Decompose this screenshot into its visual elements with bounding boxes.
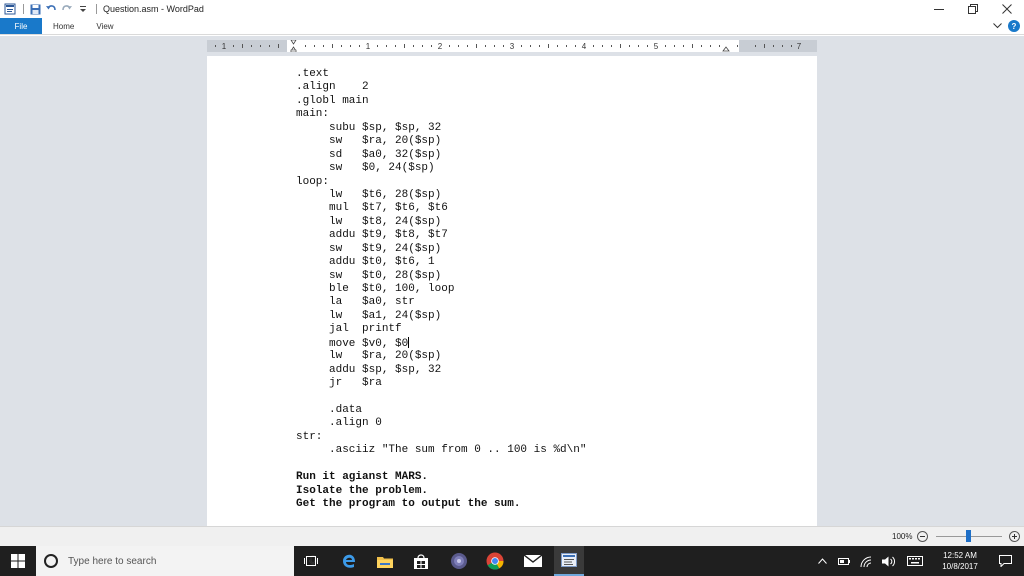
document-line (296, 458, 586, 471)
close-button[interactable] (990, 0, 1024, 18)
ruler-ticks: 1 1 2 3 4 5 7 (215, 40, 802, 52)
quick-access-toolbar (0, 0, 101, 18)
file-explorer-icon[interactable] (370, 546, 400, 576)
ruler-area: 1 1 2 3 4 5 7 (0, 36, 1024, 56)
expand-ribbon-chevron-icon[interactable] (993, 22, 1002, 31)
document-line: .asciiz "The sum from 0 .. 100 is %d\n" (296, 444, 587, 457)
window-controls (922, 0, 1024, 18)
document-line: ble $t0, 100, loop (296, 283, 455, 295)
ruler-number: 3 (510, 42, 515, 51)
edge-browser-icon[interactable] (334, 546, 364, 576)
cortana-icon (44, 554, 58, 568)
zoom-slider-thumb[interactable] (966, 530, 971, 542)
media-app-icon[interactable] (444, 546, 474, 576)
document-line: addu $sp, $sp, 32 (296, 363, 442, 376)
action-center-icon[interactable] (990, 546, 1020, 576)
redo-icon[interactable] (60, 2, 74, 16)
show-hidden-icons-chevron-icon[interactable] (812, 546, 832, 576)
document-line: Get the program to output the sum. (296, 498, 521, 510)
document-line: sw $ra, 20($sp) (296, 135, 442, 148)
document-line: .align 2 (296, 81, 369, 94)
document-line: jr $ra (296, 377, 382, 390)
ruler-number: 1 (222, 42, 227, 51)
ruler-number: 2 (438, 42, 443, 51)
undo-icon[interactable] (44, 2, 58, 16)
document-line: lw $t6, 28($sp) (296, 188, 442, 201)
keyboard-icon[interactable] (902, 546, 928, 576)
document-line: str: (296, 430, 323, 443)
status-bar: 100% (0, 526, 1024, 546)
store-icon[interactable] (406, 546, 436, 576)
document-line: sd $a0, 32($sp) (296, 148, 442, 161)
document-text[interactable]: .text .align 2 .globl main main: subu $sp, … (296, 68, 586, 511)
mail-icon[interactable] (518, 546, 548, 576)
document-line: Run it agianst MARS. (296, 471, 429, 484)
taskbar-search-box[interactable]: Type here to search (36, 546, 317, 576)
title-bar: Question.asm - WordPad (0, 0, 1024, 18)
document-line: mul $t7, $t6, $t6 (296, 202, 448, 215)
document-line: .text (296, 68, 330, 80)
document-line: Isolate the problem. (296, 484, 429, 497)
document-line: lw $a1, 24($sp) (296, 309, 442, 322)
task-view-icon[interactable] (296, 546, 326, 576)
document-line: sw $t9, 24($sp) (296, 242, 442, 255)
document-line: lw $ra, 20($sp) (296, 350, 442, 363)
document-line: sw $0, 24($sp) (296, 162, 435, 175)
tab-view[interactable]: View (85, 18, 124, 34)
toolbar-separator (96, 4, 97, 14)
clock-time: 12:52 AM (943, 551, 977, 560)
document-line: .data (296, 403, 363, 416)
document-line: subu $sp, $sp, 32 (296, 121, 442, 134)
zoom-level: 100% (892, 532, 913, 541)
save-icon[interactable] (28, 2, 42, 16)
wordpad-window: Question.asm - WordPad File Home View ? (0, 0, 1024, 576)
wordpad-app-icon[interactable] (3, 2, 17, 16)
window-title: Question.asm - WordPad (103, 4, 204, 14)
document-line: loop: (296, 175, 330, 188)
document-line: la $a0, str (296, 296, 415, 309)
wordpad-taskbar-icon[interactable] (554, 546, 584, 576)
restore-button[interactable] (956, 0, 990, 18)
ribbon-tabs: File Home View ? (0, 18, 1024, 35)
battery-icon[interactable] (834, 546, 854, 576)
document-line: addu $t0, $t6, 1 (296, 256, 435, 269)
document-line: .align 0 (296, 417, 382, 430)
minimize-button[interactable] (922, 0, 956, 18)
ribbon-right-controls: ? (993, 20, 1020, 32)
ruler-number: 7 (797, 42, 802, 51)
windows-logo-icon (11, 554, 25, 568)
document-line: .globl main (296, 94, 369, 107)
document-page[interactable]: .text .align 2 .globl main main: subu $sp, … (207, 56, 817, 526)
ruler-number: 4 (582, 42, 587, 51)
ruler-number: 1 (366, 42, 371, 51)
document-line: main: (296, 108, 330, 121)
toolbar-separator (23, 4, 24, 14)
search-placeholder: Type here to search (68, 555, 157, 567)
wifi-icon[interactable] (856, 546, 876, 576)
tab-file[interactable]: File (0, 18, 42, 34)
customize-toolbar-chevron-icon[interactable] (76, 2, 90, 16)
document-line: jal printf (296, 323, 402, 336)
document-line: lw $t8, 24($sp) (296, 215, 442, 228)
start-button[interactable] (0, 546, 36, 576)
text-caret (408, 336, 410, 348)
document-line: addu $t9, $t8, $t7 (296, 229, 448, 242)
volume-icon[interactable] (878, 546, 900, 576)
taskbar: Type here to search 12:52 AM 10/8/2017 (0, 546, 1024, 576)
document-line (296, 391, 586, 404)
zoom-out-button[interactable] (917, 531, 928, 542)
system-clock[interactable]: 12:52 AM 10/8/2017 (934, 550, 986, 572)
clock-date: 10/8/2017 (942, 562, 978, 571)
chrome-browser-icon[interactable] (480, 546, 510, 576)
tab-home[interactable]: Home (42, 18, 85, 34)
ruler-number: 5 (654, 42, 659, 51)
zoom-in-button[interactable] (1009, 531, 1020, 542)
help-icon[interactable]: ? (1008, 20, 1020, 32)
document-line: move $v0, $0 (296, 336, 410, 350)
ruler[interactable]: 1 1 2 3 4 5 7 (207, 40, 817, 52)
document-canvas: .text .align 2 .globl main main: subu $sp, … (0, 56, 1024, 526)
document-line: sw $t0, 28($sp) (296, 269, 442, 282)
